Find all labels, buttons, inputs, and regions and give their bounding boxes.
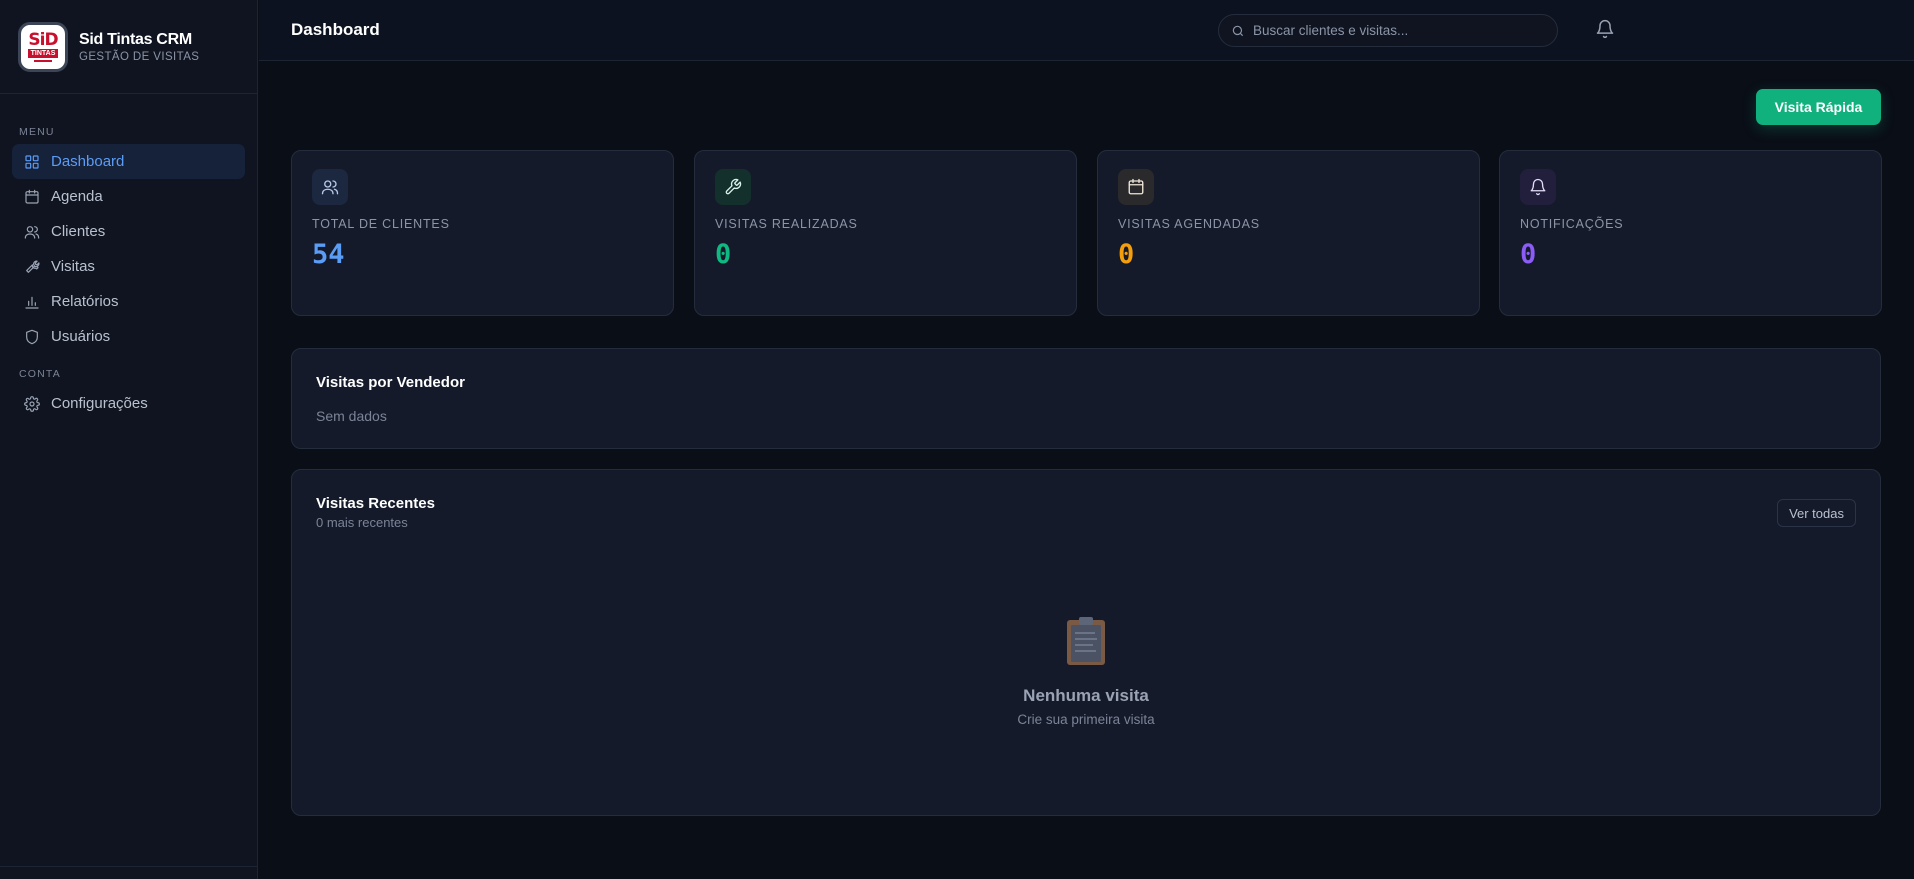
empty-title: Nenhuma visita xyxy=(1023,686,1149,705)
sidebar-footer-divider xyxy=(0,866,257,867)
empty-subtitle: Crie sua primeira visita xyxy=(1017,712,1155,727)
brand-title: Sid Tintas CRM xyxy=(79,30,192,48)
card-icon-box xyxy=(312,169,348,205)
card-icon-box xyxy=(1520,169,1556,205)
panel-subtitle: 0 mais recentes xyxy=(316,515,408,530)
quick-visit-button[interactable]: Visita Rápida xyxy=(1756,89,1881,125)
sidebar-item-label: Usuários xyxy=(51,328,111,345)
clipboard-icon xyxy=(1066,616,1106,666)
users-icon xyxy=(321,180,339,195)
see-all-button[interactable]: Ver todas xyxy=(1777,499,1856,527)
sidebar: SiD TINTAS Sid Tintas CRM GESTÃO DE VISI… xyxy=(0,0,258,879)
recent-visits-panel: Visitas Recentes 0 mais recentes Ver tod… xyxy=(291,469,1881,816)
brand-subtitle: GESTÃO DE VISITAS xyxy=(79,50,200,63)
bar-chart-icon xyxy=(25,296,39,309)
wrench-icon xyxy=(26,260,40,273)
card-icon-box xyxy=(1118,169,1154,205)
page-title: Dashboard xyxy=(291,20,380,39)
stat-value: 0 xyxy=(715,239,732,270)
menu-section-label: MENU xyxy=(19,126,55,138)
search-box[interactable] xyxy=(1218,14,1558,47)
sidebar-item-label: Agenda xyxy=(51,188,103,205)
logo-text-mid: TINTAS xyxy=(27,48,59,58)
search-input[interactable] xyxy=(1253,23,1545,38)
sidebar-item-usuarios[interactable]: Usuários xyxy=(12,319,245,354)
wrench-icon xyxy=(725,178,742,195)
calendar-icon xyxy=(1128,178,1144,195)
sidebar-item-label: Visitas xyxy=(51,258,95,275)
grid-icon xyxy=(25,154,39,169)
account-section-label: CONTA xyxy=(19,368,61,380)
stat-card-visitas-realizadas: VISITAS REALIZADAS 0 xyxy=(694,150,1077,316)
stat-value: 54 xyxy=(312,239,345,270)
main-nav: Dashboard Agenda Clientes Visitas Relató… xyxy=(0,144,257,354)
stat-label: NOTIFICAÇÕES xyxy=(1520,217,1624,231)
sidebar-item-label: Clientes xyxy=(51,223,106,240)
stat-value: 0 xyxy=(1118,239,1135,270)
gear-icon xyxy=(24,395,40,412)
logo-text-top: SiD xyxy=(28,29,58,50)
sidebar-item-relatorios[interactable]: Relatórios xyxy=(12,284,245,319)
card-icon-box xyxy=(715,169,751,205)
stat-card-visitas-agendadas: VISITAS AGENDADAS 0 xyxy=(1097,150,1480,316)
panel-title: Visitas Recentes xyxy=(316,495,435,512)
users-icon xyxy=(24,225,40,239)
sidebar-item-label: Dashboard xyxy=(51,153,125,170)
sidebar-item-visitas[interactable]: Visitas xyxy=(12,249,245,284)
stat-label: VISITAS REALIZADAS xyxy=(715,217,858,231)
sidebar-item-configuracoes[interactable]: Configurações xyxy=(12,386,245,421)
panel-title: Visitas por Vendedor xyxy=(316,374,465,391)
sidebar-item-label: Configurações xyxy=(51,395,148,412)
empty-text: Sem dados xyxy=(316,408,387,424)
stat-value: 0 xyxy=(1520,239,1537,270)
shield-icon xyxy=(26,329,38,344)
bell-icon xyxy=(1530,178,1546,196)
notifications-button[interactable] xyxy=(1595,19,1617,41)
sidebar-item-clientes[interactable]: Clientes xyxy=(12,214,245,249)
sidebar-item-dashboard[interactable]: Dashboard xyxy=(12,144,245,179)
sidebar-item-label: Relatórios xyxy=(51,293,119,310)
stat-label: TOTAL DE CLIENTES xyxy=(312,217,450,231)
stat-card-notificacoes: NOTIFICAÇÕES 0 xyxy=(1499,150,1882,316)
empty-state: Nenhuma visita Crie sua primeira visita xyxy=(292,616,1880,727)
sidebar-item-agenda[interactable]: Agenda xyxy=(12,179,245,214)
search-icon xyxy=(1232,25,1244,36)
calendar-icon xyxy=(25,189,39,204)
brand[interactable]: SiD TINTAS Sid Tintas CRM GESTÃO DE VISI… xyxy=(0,0,257,94)
bell-icon xyxy=(1596,19,1614,39)
account-nav: Configurações xyxy=(0,386,257,421)
sid-tintas-logo: SiD TINTAS xyxy=(18,21,68,72)
top-header: Dashboard xyxy=(259,0,1914,61)
visits-by-seller-panel: Visitas por Vendedor Sem dados xyxy=(291,348,1881,449)
stat-card-total-clientes: TOTAL DE CLIENTES 54 xyxy=(291,150,674,316)
stat-label: VISITAS AGENDADAS xyxy=(1118,217,1260,231)
